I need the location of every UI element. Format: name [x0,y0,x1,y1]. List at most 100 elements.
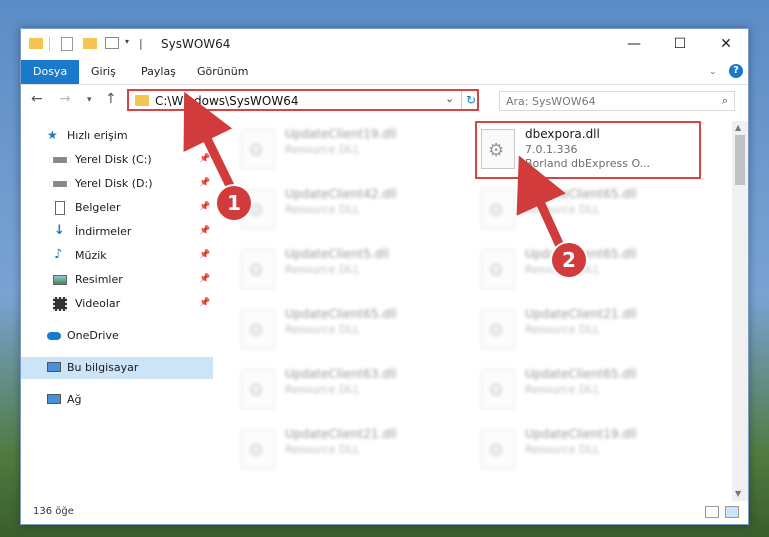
refresh-icon[interactable]: ↻ [461,91,480,109]
file-name: UpdateClient63.dll [285,367,397,381]
list-item[interactable]: ⚙ UpdateClient65.dll Resource DLL [477,183,697,237]
tab-paylas[interactable]: Paylaş [141,60,176,84]
pin-icon[interactable]: 📌 [199,298,210,308]
pin-icon[interactable]: 📌 [199,202,210,212]
forward-arrow-icon[interactable]: → [59,91,71,107]
up-arrow-icon[interactable]: ↑ [105,91,117,107]
pin-icon[interactable]: 📌 [199,250,210,260]
large-icons-view-icon[interactable] [725,506,739,518]
file-type: Resource DLL [525,383,600,396]
sidebar-item-label: Bu bilgisayar [67,361,139,374]
close-button[interactable]: ✕ [703,29,749,59]
tab-dosya[interactable]: Dosya [21,60,80,84]
sidebar-item-downloads[interactable]: ↓ İndirmeler 📌 [21,221,213,243]
sidebar-item-label: OneDrive [67,329,119,342]
list-item[interactable]: ⚙ UpdateClient19.dll Resource DLL [477,423,697,477]
dll-file-icon: ⚙ [241,429,275,469]
dll-file-icon: ⚙ [241,369,275,409]
status-bar: 136 öğe [21,503,748,524]
recent-locations-icon[interactable]: ▾ [87,95,92,105]
search-icon: ⌕ [721,94,728,107]
scrollbar-thumb[interactable] [735,135,745,185]
customize-toolbar-icon[interactable] [105,37,119,49]
file-name: dbexpora.dll [525,127,600,141]
file-name: UpdateClient65.dll [525,367,637,381]
dll-file-icon: ⚙ [481,309,515,349]
maximize-button[interactable]: ☐ [657,29,703,59]
sidebar-item-label: Belgeler [75,201,121,214]
dll-file-icon: ⚙ [481,189,515,229]
chevron-down-icon[interactable]: ▾ [125,37,129,53]
dll-file-icon: ⚙ [481,129,515,169]
list-item[interactable]: ⚙ UpdateClient63.dll Resource DLL [237,363,457,417]
list-item[interactable]: ⚙ UpdateClient21.dll Resource DLL [237,423,457,477]
sidebar-item-pictures[interactable]: Resimler 📌 [21,269,213,291]
search-input[interactable]: Ara: SysWOW64 ⌕ [499,91,735,111]
window-title: SysWOW64 [161,37,231,51]
star-icon: ★ [47,128,58,142]
sidebar-item-this-pc[interactable]: Bu bilgisayar [21,357,213,379]
dll-file-icon: ⚙ [241,249,275,289]
pictures-icon [53,275,67,285]
list-item[interactable]: ⚙ UpdateClient65.dll Resource DLL [237,303,457,357]
sidebar-item-onedrive[interactable]: OneDrive [21,325,213,347]
vertical-scrollbar[interactable]: ▲ ▼ [732,121,748,501]
list-item[interactable]: ⚙ UpdateClient21.dll Resource DLL [477,303,697,357]
file-name: UpdateClient21.dll [285,427,397,441]
sidebar-item-music[interactable]: ♪ Müzik 📌 [21,245,213,267]
tab-gorunum[interactable]: Görünüm [197,60,248,84]
callout-badge-2: 2 [552,243,586,277]
list-item[interactable]: ⚙ UpdateClient65.dll Resource DLL [477,243,697,297]
file-type: Resource DLL [285,203,360,216]
sidebar-item-network[interactable]: Ağ [21,389,213,411]
chevron-down-icon[interactable]: ⌄ [445,92,454,105]
details-view-icon[interactable] [705,506,719,518]
file-type: Resource DLL [525,323,600,336]
tab-giris[interactable]: Giriş [91,60,116,84]
sidebar-item-label: İndirmeler [75,225,132,238]
folder-icon [135,95,149,106]
back-arrow-icon[interactable]: ← [31,91,43,107]
address-bar[interactable]: C:\Windows\SysWOW64 ⌄ ↻ [127,89,479,111]
list-item[interactable]: ⚙ UpdateClient19.dll Resource DLL [237,123,457,177]
sidebar-item-videos[interactable]: Videolar 📌 [21,293,213,315]
pin-icon[interactable]: 📌 [199,226,210,236]
sidebar-item-label: Resimler [75,273,123,286]
sidebar-item-label: Ağ [67,393,82,406]
sidebar-item-quick-access[interactable]: ★ Hızlı erişim [21,125,213,147]
file-name: UpdateClient65.dll [285,307,397,321]
list-item[interactable]: ⚙ UpdateClient65.dll Resource DLL [477,363,697,417]
sidebar-item-local-disk-d[interactable]: Yerel Disk (D:) 📌 [21,173,213,195]
computer-icon [47,362,61,372]
pin-icon[interactable]: 📌 [199,154,210,164]
file-version: 7.0.1.336 [525,143,578,156]
minimize-button[interactable]: — [611,29,657,59]
sidebar-item-documents[interactable]: Belgeler 📌 [21,197,213,219]
new-folder-icon[interactable] [83,38,97,49]
download-icon: ↓ [54,223,65,238]
sidebar-item-local-disk-c[interactable]: Yerel Disk (C:) 📌 [21,149,213,171]
drive-icon [53,181,67,187]
list-item[interactable]: ⚙ UpdateClient42.dll Resource DLL [237,183,457,237]
videos-icon [53,297,67,311]
list-item[interactable]: ⚙ UpdateClient5.dll Resource DLL [237,243,457,297]
explorer-window: ▾ | SysWOW64 — ☐ ✕ Dosya Giriş Paylaş Gö… [20,28,749,525]
sidebar-item-label: Videolar [75,297,121,310]
file-name: UpdateClient19.dll [285,127,397,141]
properties-icon[interactable] [61,37,73,51]
navigation-pane: ★ Hızlı erişim Yerel Disk (C:) 📌 Yerel D… [21,121,213,501]
scroll-down-icon[interactable]: ▼ [735,489,741,498]
dll-file-icon: ⚙ [241,129,275,169]
file-type: Resource DLL [285,143,360,156]
scroll-up-icon[interactable]: ▲ [735,123,741,132]
ribbon-tabs: Dosya Giriş Paylaş Görünüm ⌄ ? [21,60,748,85]
pin-icon[interactable]: 📌 [199,178,210,188]
divider [49,37,50,51]
pin-icon[interactable]: 📌 [199,274,210,284]
drive-icon [53,157,67,163]
navigation-bar: ← → ▾ ↑ C:\Windows\SysWOW64 ⌄ ↻ Ara: Sys… [21,85,748,117]
file-type: Resource DLL [285,323,360,336]
highlighted-file-item[interactable]: ⚙ dbexpora.dll 7.0.1.336 Borland dbExpre… [475,121,701,179]
help-icon[interactable]: ? [729,64,743,78]
ribbon-expand-icon[interactable]: ⌄ [709,60,717,84]
